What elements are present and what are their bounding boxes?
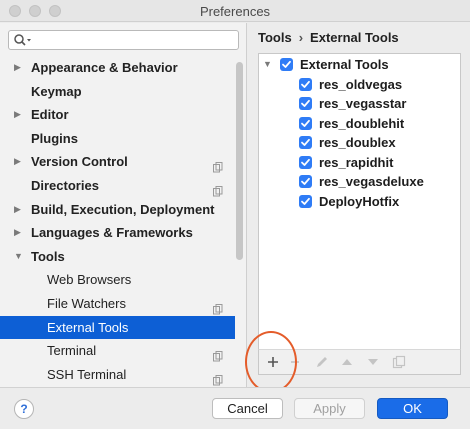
chevron-right-icon[interactable]: ▶ bbox=[14, 198, 21, 222]
tool-item-label: res_doublehit bbox=[319, 115, 405, 131]
search-icon bbox=[13, 33, 35, 47]
sidebar-item-label: SSH Terminal bbox=[47, 366, 127, 382]
sidebar-item-label: Appearance & Behavior bbox=[31, 60, 178, 75]
checkbox-res-doublex[interactable] bbox=[299, 136, 312, 149]
sidebar-item-label: Tools bbox=[31, 248, 65, 264]
settings-sidebar: ▶ Appearance & Behavior Keymap ▶ Editor Plugi… bbox=[0, 23, 247, 387]
sidebar-item-label: Terminal bbox=[47, 343, 97, 359]
tool-group-label: External Tools bbox=[300, 57, 389, 72]
sidebar-item-plugins[interactable]: Plugins bbox=[0, 127, 235, 151]
sidebar-item-label: Editor bbox=[31, 107, 69, 123]
chevron-down-icon[interactable]: ▼ bbox=[14, 245, 23, 269]
sidebar-item-build-execution-deployment[interactable]: ▶ Build, Execution, Deployment bbox=[0, 198, 235, 222]
checkbox-deployhotfix[interactable] bbox=[299, 194, 312, 208]
breadcrumb-separator: › bbox=[298, 30, 304, 45]
tool-item-label: res_doublex bbox=[319, 135, 396, 150]
external-tools-panel: ▼ External Tools res_oldvegas res_vegasstar… bbox=[258, 53, 461, 375]
checkbox-res-rapidhit[interactable] bbox=[299, 155, 312, 169]
sidebar-item-file-watchers[interactable]: File Watchers bbox=[0, 292, 235, 316]
copy-icon[interactable] bbox=[391, 354, 407, 370]
chevron-right-icon[interactable]: ▶ bbox=[14, 221, 21, 245]
tool-item-label: res_vegasdeluxe bbox=[319, 174, 424, 189]
arrow-up-icon[interactable] bbox=[339, 354, 355, 370]
sidebar-item-editor[interactable]: ▶ Editor bbox=[0, 103, 235, 127]
checkbox-res-doublehit[interactable] bbox=[299, 116, 312, 130]
apply-button[interactable]: Apply bbox=[294, 398, 365, 419]
project-settings-icon bbox=[213, 181, 223, 197]
ok-button[interactable]: OK bbox=[377, 398, 448, 419]
sidebar-item-external-tools[interactable]: External Tools bbox=[0, 315, 235, 340]
search-input[interactable] bbox=[8, 30, 239, 50]
tool-item-label: res_vegasstar bbox=[319, 96, 407, 111]
sidebar-item-appearance-behavior[interactable]: ▶ Appearance & Behavior bbox=[0, 56, 235, 80]
sidebar-item-label: Directories bbox=[31, 177, 99, 193]
breadcrumb: Tools › External Tools bbox=[258, 30, 399, 45]
title-bar: Preferences bbox=[0, 0, 470, 22]
sidebar-item-label: Build, Execution, Deployment bbox=[31, 201, 215, 217]
sidebar-scrollbar[interactable] bbox=[235, 60, 244, 380]
sidebar-item-web-browsers[interactable]: Web Browsers bbox=[0, 268, 235, 292]
tool-item-label: res_rapidhit bbox=[319, 154, 394, 170]
checkbox-external-tools[interactable] bbox=[280, 58, 293, 71]
project-settings-icon bbox=[213, 157, 223, 173]
help-button[interactable]: ? bbox=[14, 399, 34, 419]
sidebar-item-tools[interactable]: ▼ Tools bbox=[0, 245, 235, 269]
checkbox-res-vegasdeluxe[interactable] bbox=[299, 175, 312, 188]
sidebar-item-label: External Tools bbox=[47, 319, 129, 335]
checkbox-res-oldvegas[interactable] bbox=[299, 77, 312, 91]
sidebar-item-label: Plugins bbox=[31, 130, 78, 146]
scrollbar-thumb[interactable] bbox=[236, 62, 243, 260]
settings-content: Tools › External Tools ▼ External Tools res_… bbox=[248, 23, 470, 387]
project-settings-icon bbox=[213, 370, 223, 386]
sidebar-item-ssh-terminal[interactable]: SSH Terminal bbox=[0, 363, 235, 387]
preferences-window: Preferences ▶ Appearance & Behavior Keymap… bbox=[0, 0, 470, 429]
pencil-icon[interactable] bbox=[314, 354, 330, 370]
cancel-button[interactable]: Cancel bbox=[212, 398, 283, 419]
sidebar-item-label: File Watchers bbox=[47, 295, 126, 311]
tool-item-label: res_oldvegas bbox=[319, 76, 403, 92]
sidebar-item-label: Version Control bbox=[31, 154, 128, 170]
project-settings-icon bbox=[213, 346, 223, 362]
sidebar-item-label: Keymap bbox=[31, 83, 82, 99]
arrow-down-icon[interactable] bbox=[365, 354, 381, 370]
chevron-down-icon[interactable]: ▼ bbox=[263, 55, 272, 75]
chevron-right-icon[interactable]: ▶ bbox=[14, 56, 21, 80]
window-title: Preferences bbox=[199, 4, 271, 19]
annotation-circle bbox=[245, 331, 297, 393]
dialog-footer: ? Cancel Apply OK bbox=[0, 387, 470, 429]
sidebar-item-label: Web Browsers bbox=[47, 272, 132, 288]
tool-item-label: DeployHotfix bbox=[319, 193, 400, 209]
breadcrumb-current: External Tools bbox=[310, 30, 399, 45]
chevron-right-icon[interactable]: ▶ bbox=[14, 103, 21, 127]
sidebar-item-languages-frameworks[interactable]: ▶ Languages & Frameworks bbox=[0, 221, 235, 245]
sidebar-item-terminal[interactable]: Terminal bbox=[0, 339, 235, 363]
settings-tree: ▶ Appearance & Behavior Keymap ▶ Editor Plugi… bbox=[0, 56, 235, 386]
sidebar-item-keymap[interactable]: Keymap bbox=[0, 80, 235, 104]
sidebar-item-version-control[interactable]: ▶ Version Control bbox=[0, 150, 235, 174]
chevron-right-icon[interactable]: ▶ bbox=[14, 150, 21, 174]
sidebar-item-label: Languages & Frameworks bbox=[31, 225, 193, 241]
sidebar-item-directories[interactable]: Directories bbox=[0, 174, 235, 198]
breadcrumb-parent: Tools bbox=[258, 30, 292, 45]
checkbox-res-vegasstar[interactable] bbox=[299, 97, 312, 110]
project-settings-icon bbox=[213, 299, 223, 315]
